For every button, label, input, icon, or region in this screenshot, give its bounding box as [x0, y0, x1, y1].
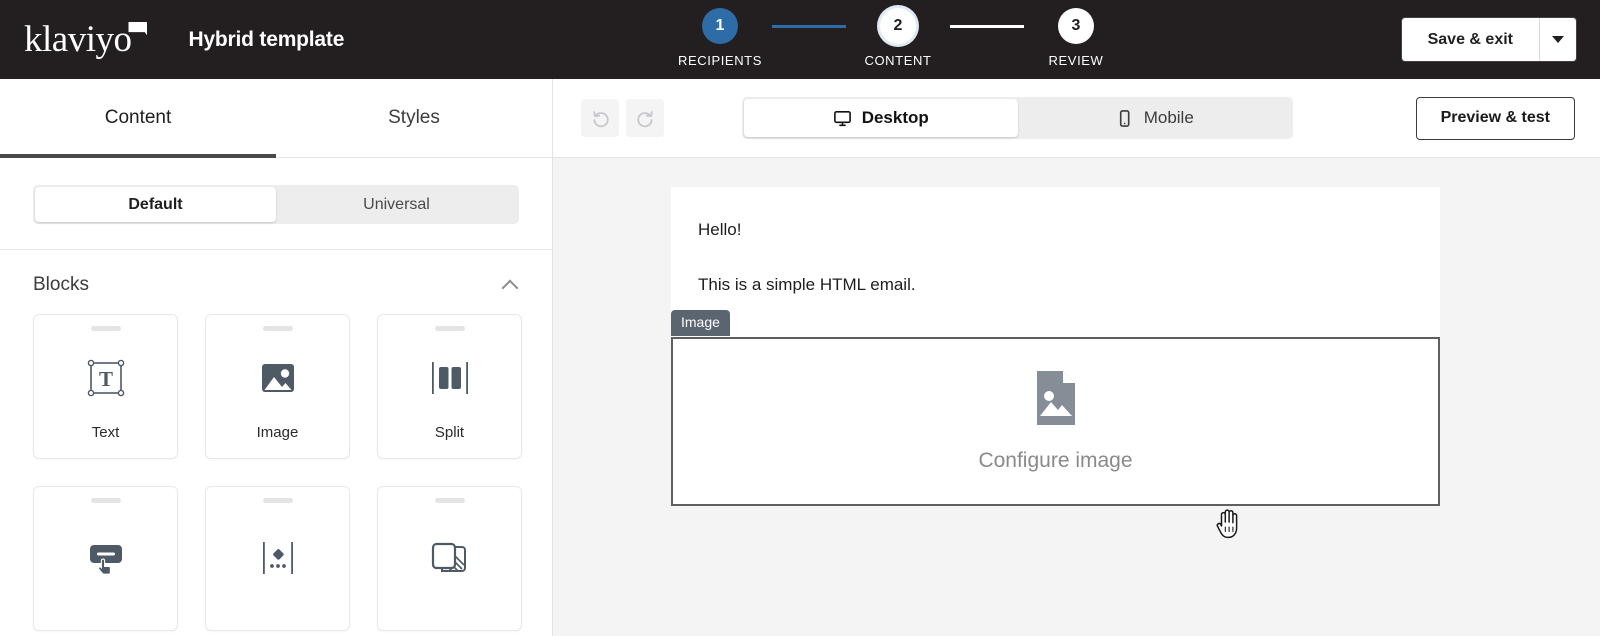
block-card-table[interactable]	[377, 486, 522, 631]
desktop-icon	[833, 110, 851, 126]
preview-and-test-button[interactable]: Preview & test	[1415, 96, 1575, 140]
email-text-block[interactable]: Hello! This is a simple HTML email.	[671, 187, 1440, 311]
history-buttons	[581, 99, 664, 137]
redo-icon	[636, 110, 653, 127]
split-block-icon	[428, 331, 472, 424]
sidebar-tabs: Content Styles	[0, 79, 552, 158]
scope-segmented-control: Default Universal	[33, 185, 519, 224]
blocks-section-header[interactable]: Blocks	[0, 250, 552, 302]
save-exit-button[interactable]: Save & exit	[1401, 18, 1539, 61]
block-card-divider[interactable]	[205, 486, 350, 631]
device-desktop-button[interactable]: Desktop	[744, 99, 1018, 137]
button-block-icon	[84, 503, 128, 613]
configure-image-label: Configure image	[978, 448, 1133, 472]
block-card-image[interactable]: Image	[205, 314, 350, 459]
save-exit-group: Save & exit	[1401, 18, 1576, 61]
step-content-label: CONTENT	[864, 53, 932, 68]
tab-styles[interactable]: Styles	[276, 79, 552, 157]
block-card-split[interactable]: Split	[377, 314, 522, 459]
block-card-image-label: Image	[256, 424, 299, 441]
block-card-button[interactable]	[33, 486, 178, 631]
editor-sidebar: Content Styles Default Universal Blocks	[0, 79, 553, 636]
klaviyo-logo-text: klaviyo	[24, 19, 132, 60]
segment-universal[interactable]: Universal	[276, 187, 517, 222]
step-review[interactable]: 3 REVIEW	[1024, 8, 1128, 68]
preview-pane: Desktop Mobile Preview & test Hello! Thi…	[553, 79, 1600, 636]
page-title: Hybrid template	[188, 27, 345, 51]
campaign-stepper: 1 RECIPIENTS 2 CONTENT 3 REVIEW	[668, 8, 1128, 68]
top-header-bar: klaviyo Hybrid template 1 RECIPIENTS 2 C…	[0, 0, 1600, 79]
email-canvas: Hello! This is a simple HTML email. Imag…	[553, 158, 1600, 636]
block-type-badge: Image	[671, 309, 730, 336]
undo-button[interactable]	[581, 99, 619, 137]
step-content[interactable]: 2 CONTENT	[846, 8, 950, 68]
main-area: Content Styles Default Universal Blocks	[0, 79, 1600, 636]
step-recipients-number: 1	[702, 8, 738, 44]
email-body-line: This is a simple HTML email.	[698, 274, 916, 294]
mobile-icon	[1119, 109, 1130, 127]
image-block-icon	[258, 331, 298, 424]
step-content-number: 2	[880, 8, 916, 44]
device-segmented-control: Desktop Mobile	[742, 97, 1293, 139]
tab-content[interactable]: Content	[0, 79, 276, 158]
undo-icon	[592, 110, 609, 127]
caret-down-icon	[1552, 36, 1564, 43]
device-mobile-button[interactable]: Mobile	[1018, 99, 1292, 137]
redo-button[interactable]	[626, 99, 664, 137]
preview-toolbar: Desktop Mobile Preview & test	[553, 79, 1600, 158]
text-block-icon: T	[84, 331, 128, 424]
email-editor-app: klaviyo Hybrid template 1 RECIPIENTS 2 C…	[0, 0, 1600, 636]
image-block-placeholder[interactable]: Configure image	[671, 336, 1440, 506]
block-card-text[interactable]: T Text	[33, 314, 178, 459]
email-greeting-line: Hello!	[698, 220, 742, 239]
segment-default[interactable]: Default	[35, 187, 276, 222]
block-card-text-label: Text	[91, 424, 120, 441]
brand-zone: klaviyo Hybrid template	[0, 21, 344, 58]
step-review-label: REVIEW	[1048, 53, 1104, 68]
save-exit-dropdown-button[interactable]	[1539, 18, 1576, 61]
klaviyo-logo[interactable]: klaviyo	[24, 19, 148, 60]
step-connector-2	[950, 25, 1024, 28]
blocks-grid: T Text Image Split	[0, 302, 552, 636]
image-file-icon	[1033, 370, 1079, 431]
chevron-up-icon[interactable]	[503, 277, 519, 293]
block-card-split-label: Split	[434, 424, 465, 441]
svg-text:T: T	[98, 367, 112, 391]
divider-block-icon	[256, 503, 300, 613]
step-recipients-label: RECIPIENTS	[677, 53, 762, 68]
device-mobile-label: Mobile	[1143, 108, 1194, 127]
step-review-number: 3	[1058, 8, 1094, 44]
step-connector-1	[772, 25, 846, 28]
device-desktop-label: Desktop	[861, 108, 929, 127]
step-recipients[interactable]: 1 RECIPIENTS	[668, 8, 772, 68]
blocks-section-title: Blocks	[33, 274, 89, 295]
email-document: Hello! This is a simple HTML email. Imag…	[671, 187, 1440, 506]
selected-image-block-wrapper: Image Configure image	[671, 309, 1440, 506]
table-block-icon	[428, 503, 472, 613]
scope-segment-wrapper: Default Universal	[0, 158, 552, 250]
